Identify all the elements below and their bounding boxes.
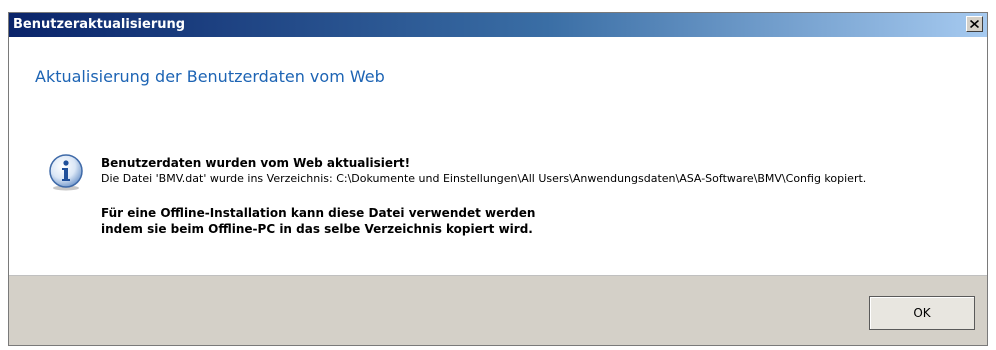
button-bar: OK (9, 275, 987, 345)
message-text: Benutzerdaten wurden vom Web aktualisier… (101, 155, 981, 237)
message-headline: Benutzerdaten wurden vom Web aktualisier… (101, 156, 411, 170)
dialog-window: Benutzeraktualisierung Aktualisierung de… (8, 12, 988, 346)
close-button[interactable] (966, 16, 983, 32)
ok-button[interactable]: OK (869, 296, 975, 330)
message-note-line2: indem sie beim Offline-PC in das selbe V… (101, 222, 533, 236)
message-area: Benutzerdaten wurden vom Web aktualisier… (9, 121, 987, 277)
close-icon (970, 20, 979, 28)
message-note-line1: Für eine Offline-Installation kann diese… (101, 206, 536, 220)
window-title: Benutzeraktualisierung (13, 17, 186, 32)
message-detail: Die Datei 'BMV.dat' wurde ins Verzeichni… (101, 172, 867, 185)
info-icon (49, 154, 83, 191)
main-instruction: Aktualisierung der Benutzerdaten vom Web (35, 67, 385, 86)
title-bar[interactable]: Benutzeraktualisierung (9, 13, 987, 37)
header-area: Aktualisierung der Benutzerdaten vom Web (9, 37, 987, 121)
